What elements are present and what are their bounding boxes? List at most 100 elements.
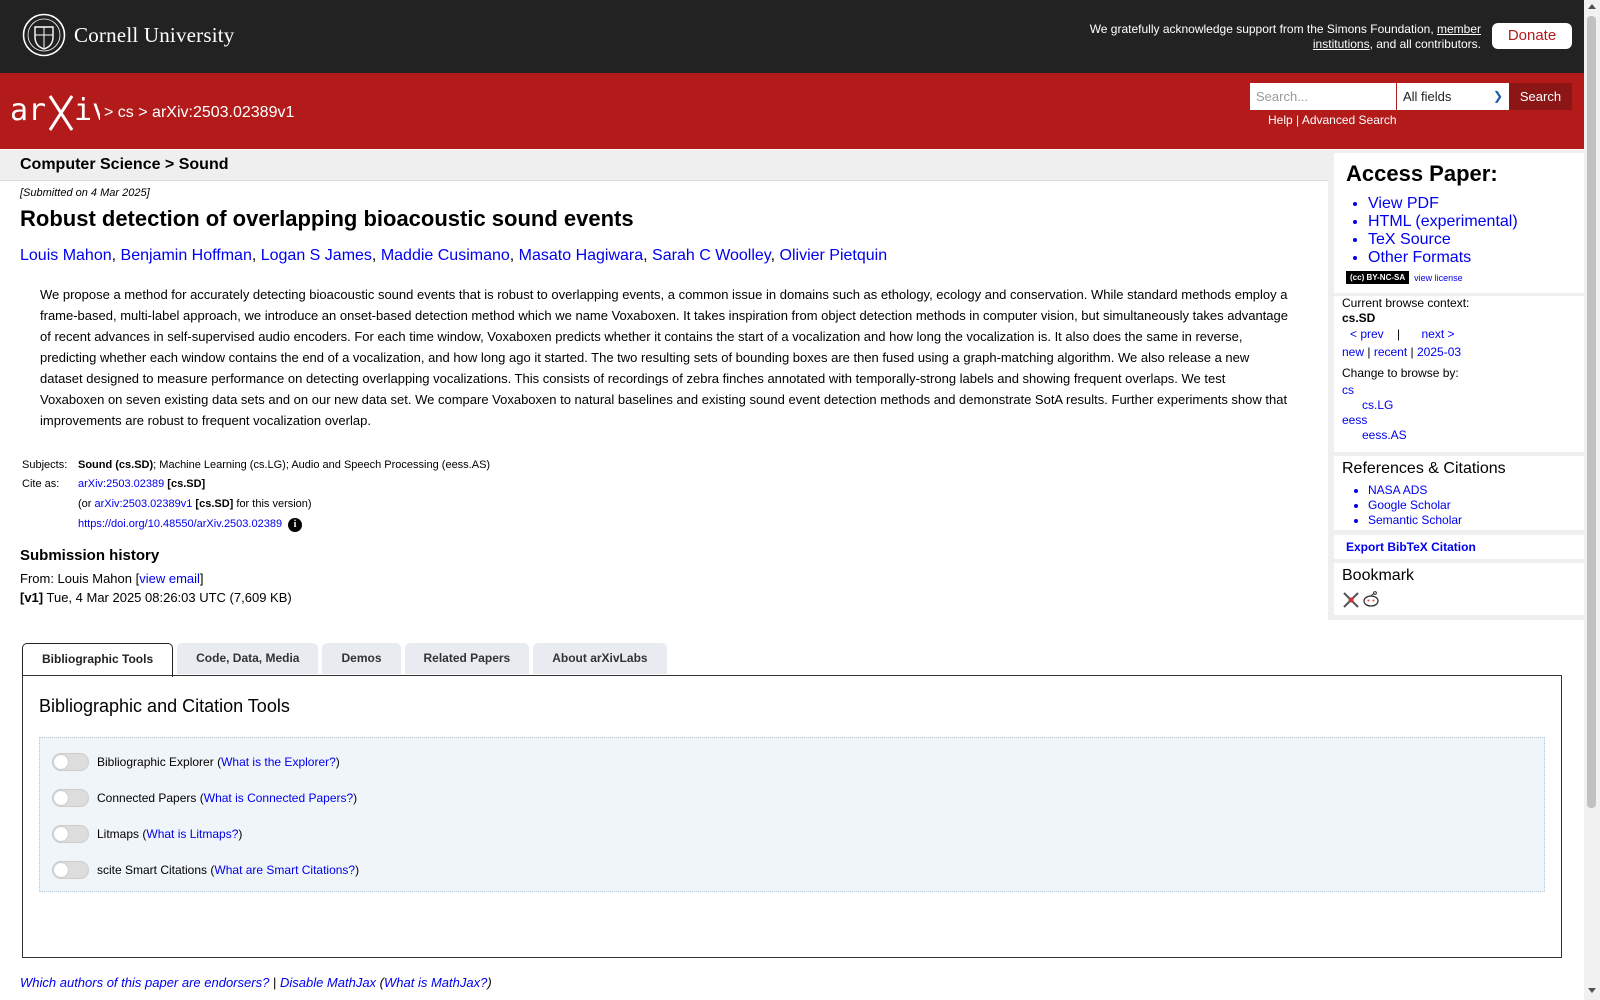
arxiv-logo[interactable]: ar iv: [10, 92, 100, 132]
tab-related-papers[interactable]: Related Papers: [404, 643, 530, 674]
cite-id-link[interactable]: arXiv:2503.02389: [78, 478, 164, 490]
author-link[interactable]: Masato Hagiwara: [519, 247, 644, 264]
tool-help-link[interactable]: What are Smart Citations?: [214, 863, 355, 877]
listing-links: new | recent | 2025-03: [1342, 345, 1461, 360]
disable-mathjax-link[interactable]: Disable MathJax: [280, 975, 376, 990]
version-label: [v1]: [20, 590, 44, 605]
author-link[interactable]: Benjamin Hoffman: [121, 247, 252, 264]
breadcrumb-sep: >: [138, 104, 148, 121]
from-suffix: ]: [199, 571, 204, 586]
access-paper-heading: Access Paper:: [1346, 161, 1498, 186]
nav-sep: |: [1367, 345, 1371, 359]
access-paper-list: View PDF HTML (experimental) TeX Source …: [1354, 195, 1518, 267]
tab-code-data-media[interactable]: Code, Data, Media: [177, 643, 319, 674]
bookmark-box: Bookmark: [1334, 563, 1584, 615]
submitted-from: From: Louis Mahon [view email]: [20, 571, 204, 586]
view-pdf-link[interactable]: View PDF: [1368, 195, 1518, 213]
scroll-thumb[interactable]: [1587, 16, 1596, 808]
advanced-search-link[interactable]: Advanced Search: [1302, 113, 1397, 127]
doi-link[interactable]: https://doi.org/10.48550/arXiv.2503.0238…: [78, 518, 282, 530]
bibliographic-explorer-toggle[interactable]: [52, 753, 89, 771]
search-field-value: All fields: [1403, 89, 1452, 104]
tools-list: Bibliographic Explorer (What is the Expl…: [39, 737, 1545, 892]
tool-name: Bibliographic Explorer: [97, 755, 214, 769]
tab-about-arxivlabs[interactable]: About arXivLabs: [533, 643, 667, 674]
bibsonomy-icon[interactable]: [1342, 591, 1360, 609]
browse-context-box: Current browse context: cs.SD < prev | n…: [1334, 296, 1584, 452]
tex-source-link[interactable]: TeX Source: [1368, 231, 1518, 249]
connected-papers-toggle[interactable]: [52, 789, 89, 807]
access-paper-box: Access Paper: View PDF HTML (experimenta…: [1334, 153, 1584, 293]
nasa-ads-link[interactable]: NASA ADS: [1368, 483, 1462, 498]
cite-as-value: arXiv:2503.02389 [cs.SD]: [78, 474, 205, 494]
semantic-scholar-link[interactable]: Semantic Scholar: [1368, 513, 1462, 528]
other-formats-link[interactable]: Other Formats: [1368, 249, 1518, 267]
references-list: NASA ADS Google Scholar Semantic Scholar: [1354, 483, 1462, 528]
version-1-entry: [v1] Tue, 4 Mar 2025 08:26:03 UTC (7,609…: [20, 590, 292, 605]
scroll-up-arrow-icon[interactable]: [1588, 4, 1596, 9]
cornell-logo[interactable]: Cornell University: [22, 13, 235, 57]
author-link[interactable]: Sarah C Woolley: [652, 247, 771, 264]
prev-link[interactable]: < prev: [1350, 327, 1384, 341]
help-sep: |: [1296, 113, 1300, 127]
author-link[interactable]: Louis Mahon: [20, 247, 112, 264]
search-field-select[interactable]: All fields ❯: [1397, 83, 1509, 110]
references-box: References & Citations NASA ADS Google S…: [1334, 456, 1584, 530]
version-id-link[interactable]: arXiv:2503.02389v1: [95, 498, 193, 510]
browse-cs-link[interactable]: cs: [1342, 383, 1354, 398]
reddit-icon[interactable]: [1362, 590, 1380, 608]
what-is-mathjax-link[interactable]: What is MathJax?: [384, 975, 487, 990]
author-link[interactable]: Maddie Cusimano: [381, 247, 510, 264]
info-icon[interactable]: i: [288, 518, 303, 532]
version-prefix: (or: [78, 498, 95, 510]
litmaps-toggle[interactable]: [52, 825, 89, 843]
author-link[interactable]: Logan S James: [261, 247, 372, 264]
html-link[interactable]: HTML (experimental): [1368, 213, 1518, 231]
new-link[interactable]: new: [1342, 345, 1364, 359]
change-browse-label: Change to browse by:: [1342, 366, 1459, 380]
scite-toggle[interactable]: [52, 861, 89, 879]
endorsers-link[interactable]: Which authors of this paper are endorser…: [20, 975, 269, 990]
ack-text-prefix: We gratefully acknowledge support from t…: [1089, 22, 1437, 36]
page-scrollbar[interactable]: [1584, 0, 1600, 1000]
tool-name: Connected Papers: [97, 791, 197, 805]
tool-row: Litmaps (What is Litmaps?): [52, 825, 242, 843]
primary-subject: Sound (cs.SD): [78, 459, 154, 471]
search-input[interactable]: Search...: [1250, 83, 1396, 110]
paper-title: Robust detection of overlapping bioacous…: [20, 206, 634, 231]
donate-button[interactable]: Donate: [1492, 23, 1572, 49]
search-button[interactable]: Search: [1509, 83, 1572, 110]
help-link[interactable]: Help: [1268, 113, 1293, 127]
tool-help-link[interactable]: What is Connected Papers?: [204, 791, 353, 805]
tab-bibliographic-tools[interactable]: Bibliographic Tools: [22, 643, 174, 677]
view-license-link[interactable]: view license: [1414, 273, 1463, 283]
tool-name: scite Smart Citations: [97, 863, 208, 877]
month-link[interactable]: 2025-03: [1417, 345, 1461, 359]
view-email-link[interactable]: view email: [139, 571, 200, 586]
breadcrumb: > cs > arXiv:2503.02389v1: [104, 104, 294, 122]
tab-demos[interactable]: Demos: [322, 643, 401, 674]
cornell-seal-icon: [22, 13, 66, 57]
author-link[interactable]: Olivier Pietquin: [780, 247, 888, 264]
export-bibtex-link[interactable]: Export BibTeX Citation: [1346, 540, 1476, 554]
breadcrumb-paper-id: arXiv:2503.02389v1: [152, 104, 295, 121]
bookmark-heading: Bookmark: [1342, 567, 1415, 584]
subjects-value: Sound (cs.SD); Machine Learning (cs.LG);…: [78, 455, 490, 475]
tool-help-link[interactable]: What is the Explorer?: [221, 755, 336, 769]
browse-cs-lg-link[interactable]: cs.LG: [1362, 398, 1393, 413]
nav-sep: |: [1410, 345, 1414, 359]
breadcrumb-cs[interactable]: cs: [118, 104, 134, 121]
ack-text-suffix: , and all contributors.: [1369, 37, 1481, 51]
browse-eess-link[interactable]: eess: [1342, 413, 1367, 428]
next-link[interactable]: next >: [1422, 327, 1455, 341]
tool-help-link[interactable]: What is Litmaps?: [146, 827, 238, 841]
cc-license-icon[interactable]: (cc) BY-NC-SA: [1346, 271, 1410, 284]
recent-link[interactable]: recent: [1374, 345, 1407, 359]
tool-row: Connected Papers (What is Connected Pape…: [52, 789, 357, 807]
context-value: cs.SD: [1342, 311, 1376, 325]
google-scholar-link[interactable]: Google Scholar: [1368, 498, 1462, 513]
scroll-down-arrow-icon[interactable]: [1588, 988, 1596, 993]
cornell-wordmark: Cornell University: [74, 22, 235, 47]
browse-eess-as-link[interactable]: eess.AS: [1362, 428, 1407, 443]
cite-category: [cs.SD]: [167, 478, 206, 490]
